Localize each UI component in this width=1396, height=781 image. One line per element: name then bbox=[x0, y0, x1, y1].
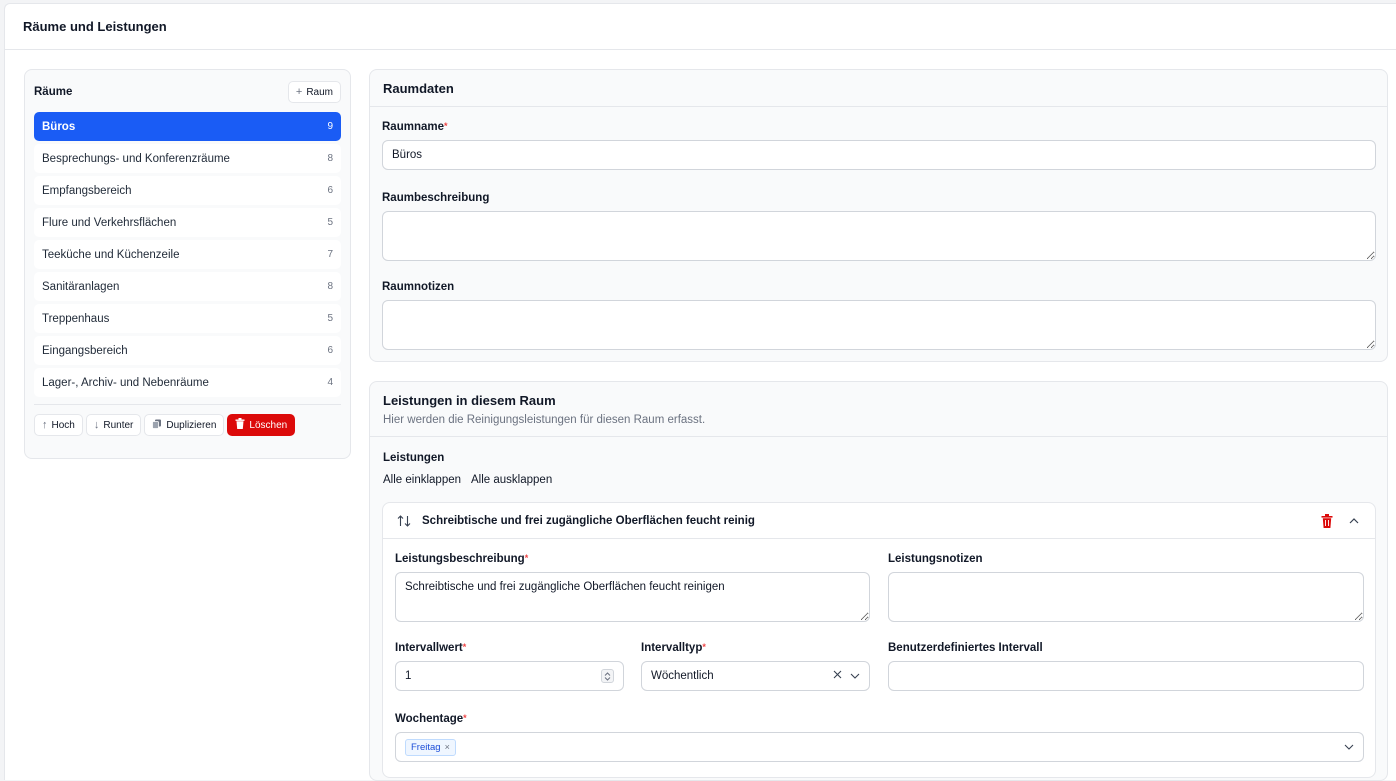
room-data-title: Raumdaten bbox=[383, 81, 454, 96]
room-item-count: 4 bbox=[327, 377, 333, 388]
trash-icon bbox=[235, 418, 245, 432]
collapse-all-link[interactable]: Alle einklappen bbox=[383, 474, 461, 486]
room-list: Büros 9 Besprechungs- und Konferenzräume… bbox=[34, 112, 341, 397]
service-notes-textarea[interactable] bbox=[888, 572, 1364, 622]
move-up-label: Hoch bbox=[51, 419, 75, 431]
room-name-input[interactable] bbox=[382, 140, 1376, 170]
arrow-down-icon: ↓ bbox=[93, 419, 100, 431]
services-title: Leistungen in diesem Raum bbox=[383, 393, 556, 408]
delete-room-button[interactable]: Löschen bbox=[227, 414, 296, 436]
room-item-bueros[interactable]: Büros 9 bbox=[34, 112, 341, 141]
weekdays-multiselect[interactable]: Freitag × bbox=[395, 732, 1364, 762]
room-item-sanitaer[interactable]: Sanitäranlagen 8 bbox=[34, 272, 341, 301]
room-actions: ↑ Hoch ↓ Runter Duplizieren Löschen bbox=[34, 404, 341, 436]
interval-type-select[interactable]: Wöchentlich bbox=[641, 661, 870, 691]
room-item-label: Sanitäranlagen bbox=[42, 280, 120, 293]
plus-icon: + bbox=[295, 86, 303, 98]
room-description-textarea[interactable] bbox=[382, 211, 1376, 261]
service-description-label: Leistungsbeschreibung* bbox=[395, 553, 529, 565]
expand-all-link[interactable]: Alle ausklappen bbox=[471, 474, 552, 486]
room-item-count: 5 bbox=[327, 313, 333, 324]
room-item-label: Eingangsbereich bbox=[42, 344, 128, 357]
move-up-button[interactable]: ↑ Hoch bbox=[34, 414, 83, 436]
arrow-up-icon: ↑ bbox=[42, 419, 48, 431]
rooms-title: Räume bbox=[34, 86, 73, 98]
room-item-count: 9 bbox=[327, 121, 333, 132]
room-item-label: Besprechungs- und Konferenzräume bbox=[42, 152, 230, 165]
room-item-label: Treppenhaus bbox=[42, 312, 110, 325]
chevron-down-icon[interactable] bbox=[1344, 741, 1354, 753]
room-item-count: 8 bbox=[327, 281, 333, 292]
weekday-tag-label: Freitag bbox=[411, 741, 441, 753]
page: Räume und Leistungen Räume + Raum Büros … bbox=[4, 3, 1396, 781]
service-description-textarea[interactable]: Schreibtische und frei zugängliche Oberf… bbox=[395, 572, 870, 622]
interval-type-value: Wöchentlich bbox=[651, 670, 714, 682]
delete-service-icon[interactable] bbox=[1318, 512, 1336, 530]
room-item-empfang[interactable]: Empfangsbereich 6 bbox=[34, 176, 341, 205]
page-title: Räume und Leistungen bbox=[5, 4, 1396, 50]
move-down-button[interactable]: ↓ Runter bbox=[85, 414, 142, 436]
room-item-count: 8 bbox=[327, 153, 333, 164]
weekdays-label: Wochentage* bbox=[395, 713, 467, 725]
interval-value-label: Intervallwert* bbox=[395, 642, 467, 654]
room-data-card: Raumdaten Raumname* Raumbeschreibung Rau… bbox=[369, 69, 1388, 362]
room-item-label: Lager-, Archiv- und Nebenräume bbox=[42, 376, 209, 389]
room-item-treppenhaus[interactable]: Treppenhaus 5 bbox=[34, 304, 341, 333]
chevron-down-icon[interactable] bbox=[850, 670, 860, 682]
service-item: Schreibtische und frei zugängliche Oberf… bbox=[382, 502, 1376, 778]
custom-interval-input[interactable] bbox=[888, 661, 1364, 691]
room-name-label: Raumname* bbox=[382, 121, 448, 133]
room-notes-textarea[interactable] bbox=[382, 300, 1376, 350]
add-room-button[interactable]: + Raum bbox=[287, 81, 341, 103]
services-subtitle: Hier werden die Reinigungsleistungen für… bbox=[383, 414, 706, 426]
remove-tag-icon[interactable]: × bbox=[445, 742, 450, 752]
room-item-lager[interactable]: Lager-, Archiv- und Nebenräume 4 bbox=[34, 368, 341, 397]
delete-room-label: Löschen bbox=[249, 419, 288, 431]
room-item-eingang[interactable]: Eingangsbereich 6 bbox=[34, 336, 341, 365]
room-notes-label: Raumnotizen bbox=[382, 281, 455, 293]
copy-icon bbox=[152, 419, 162, 432]
service-item-title: Schreibtische und frei zugängliche Oberf… bbox=[422, 514, 755, 527]
move-down-label: Runter bbox=[103, 419, 134, 431]
services-section-label: Leistungen bbox=[383, 452, 445, 464]
duplicate-label: Duplizieren bbox=[166, 419, 217, 431]
room-description-label: Raumbeschreibung bbox=[382, 192, 490, 204]
room-item-count: 5 bbox=[327, 217, 333, 228]
room-item-count: 6 bbox=[327, 345, 333, 356]
service-notes-label: Leistungsnotizen bbox=[888, 553, 983, 565]
room-item-label: Flure und Verkehrsflächen bbox=[42, 216, 177, 229]
weekday-tag: Freitag × bbox=[405, 738, 456, 756]
sort-arrows-icon[interactable] bbox=[395, 512, 413, 530]
room-item-count: 7 bbox=[327, 249, 333, 260]
duplicate-button[interactable]: Duplizieren bbox=[144, 414, 225, 436]
interval-type-label: Intervalltyp* bbox=[641, 642, 706, 654]
interval-value-input[interactable]: 1 bbox=[395, 661, 624, 691]
room-item-besprechung[interactable]: Besprechungs- und Konferenzräume 8 bbox=[34, 144, 341, 173]
stepper-icon[interactable] bbox=[601, 669, 614, 683]
custom-interval-label: Benutzerdefiniertes Intervall bbox=[888, 642, 1043, 654]
service-item-header[interactable]: Schreibtische und frei zugängliche Oberf… bbox=[383, 503, 1375, 539]
rooms-panel: Räume + Raum Büros 9 Besprechungs- und K… bbox=[24, 69, 351, 459]
room-item-teekueche[interactable]: Teeküche und Küchenzeile 7 bbox=[34, 240, 341, 269]
room-item-label: Teeküche und Küchenzeile bbox=[42, 248, 180, 261]
room-item-count: 6 bbox=[327, 185, 333, 196]
chevron-up-icon[interactable] bbox=[1345, 512, 1363, 530]
services-card: Leistungen in diesem Raum Hier werden di… bbox=[369, 381, 1388, 781]
clear-icon[interactable] bbox=[833, 670, 842, 682]
interval-value: 1 bbox=[405, 670, 412, 682]
room-item-label: Büros bbox=[42, 120, 76, 133]
room-item-label: Empfangsbereich bbox=[42, 184, 132, 197]
room-item-flure[interactable]: Flure und Verkehrsflächen 5 bbox=[34, 208, 341, 237]
add-room-label: Raum bbox=[306, 86, 333, 98]
